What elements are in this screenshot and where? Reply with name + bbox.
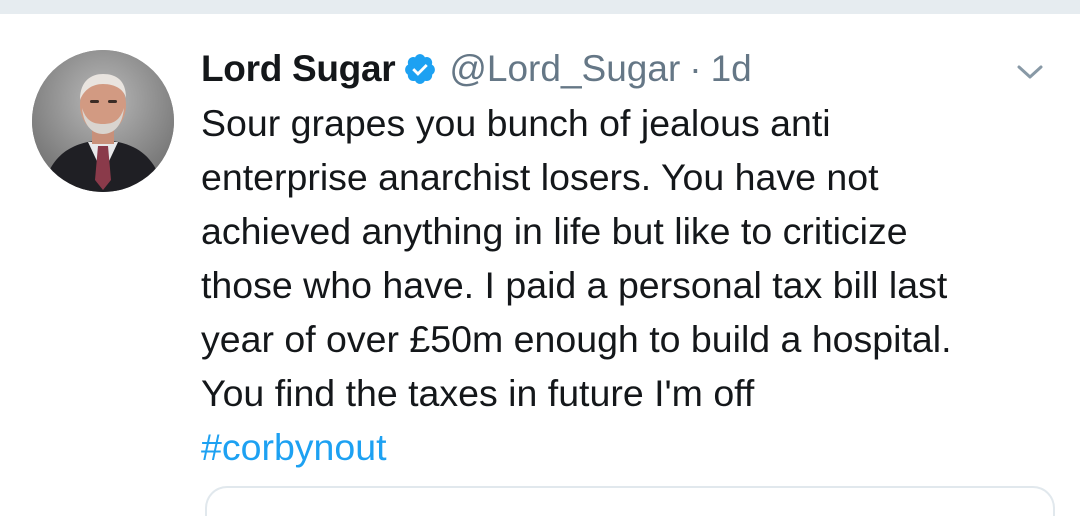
avatar-image [32,50,174,192]
tweet-card[interactable]: Lord Sugar @Lord_Sugar · 1d Sour grapes … [0,14,1080,516]
chevron-down-icon[interactable] [1012,54,1048,90]
avatar[interactable] [32,50,174,192]
hashtag-link[interactable]: #corbynout [201,420,387,474]
verified-badge-icon [403,52,437,86]
meta-separator: · [689,48,702,89]
tweet-timestamp[interactable]: 1d [711,48,752,90]
top-divider [0,0,1080,14]
tweet-text: Sour grapes you bunch of jealous anti en… [201,102,952,414]
author-handle[interactable]: @Lord_Sugar [449,48,680,90]
tweet-header: Lord Sugar @Lord_Sugar · 1d [201,44,752,94]
author-name[interactable]: Lord Sugar [201,48,396,90]
quoted-card-edge[interactable] [205,486,1055,516]
